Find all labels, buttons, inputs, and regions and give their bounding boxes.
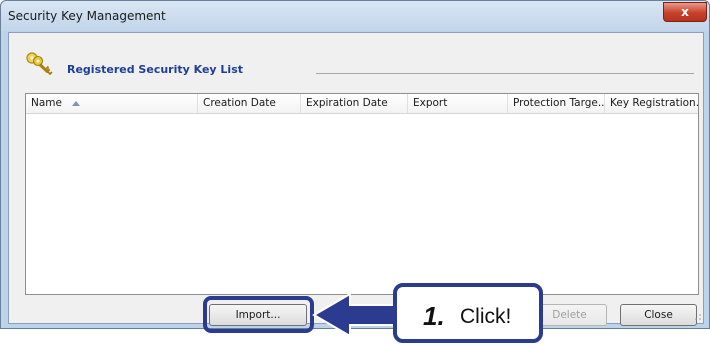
- column-header-creation-date[interactable]: Creation Date: [198, 94, 301, 113]
- import-highlight-frame: [203, 296, 314, 333]
- security-key-list[interactable]: Name Creation Date Expiration Date Expor…: [25, 93, 699, 295]
- column-header-export[interactable]: Export: [408, 94, 508, 113]
- section-title: Registered Security Key List: [67, 63, 243, 76]
- section-divider: [316, 73, 694, 74]
- security-key-management-window: Security Key Management x Registered Sec…: [0, 0, 710, 329]
- sort-ascending-icon: [72, 101, 80, 106]
- column-header-key-registration[interactable]: Key Registration...: [605, 94, 698, 113]
- window-close-button[interactable]: x: [663, 2, 707, 22]
- dialog-body: Registered Security Key List Name Creati…: [8, 32, 704, 326]
- left-arrow-icon: [312, 292, 395, 338]
- close-button[interactable]: Close: [620, 304, 697, 326]
- column-header-name[interactable]: Name: [26, 94, 198, 113]
- title-bar: Security Key Management x: [1, 1, 709, 31]
- list-header: Name Creation Date Expiration Date Expor…: [26, 94, 698, 114]
- step-number: 1.: [423, 301, 445, 331]
- column-header-expiration-date[interactable]: Expiration Date: [301, 94, 408, 113]
- step-instruction: Click!: [460, 305, 512, 328]
- instruction-callout: 1. Click!: [393, 283, 543, 343]
- window-title: Security Key Management: [8, 9, 166, 23]
- delete-button[interactable]: Delete: [532, 304, 607, 326]
- column-header-protection-target[interactable]: Protection Targe...: [508, 94, 605, 113]
- resize-grip-icon[interactable]: [694, 313, 702, 321]
- column-label: Name: [31, 97, 62, 109]
- keys-icon: [26, 52, 53, 76]
